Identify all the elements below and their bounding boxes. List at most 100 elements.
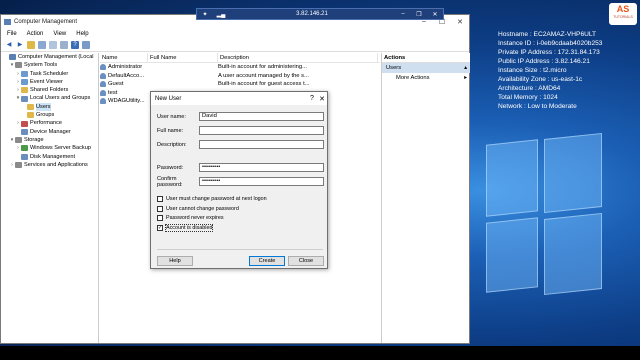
tree-node[interactable]: › Windows Server Backup xyxy=(1,144,98,152)
user-fullname-cell xyxy=(148,80,218,89)
actions-pane: Actions Users ▴ More Actions ▸ xyxy=(381,53,470,343)
password-field[interactable]: ••••••••• xyxy=(199,163,324,172)
user-row[interactable]: Administrator Built-in account for admini… xyxy=(100,63,380,72)
fullname-row: Full name: xyxy=(157,126,324,135)
user-name-cell: Guest xyxy=(100,80,148,89)
rdp-minimize-icon[interactable]: – xyxy=(395,11,411,17)
fullname-field[interactable] xyxy=(199,126,324,135)
tree-node[interactable]: › Shared Folders xyxy=(1,86,98,94)
user-name-cell: DefaultAcco... xyxy=(100,72,148,81)
checkbox-label: User cannot change password xyxy=(166,205,239,212)
pin-icon[interactable]: ✦ xyxy=(197,11,213,18)
instance-info-line: Hostname : EC2AMAZ-VHP6ULT xyxy=(498,31,597,38)
tree-node[interactable]: Groups xyxy=(1,111,98,119)
user-name: Administrator xyxy=(108,64,143,70)
up-folder-icon[interactable] xyxy=(27,41,35,49)
description-label: Description: xyxy=(157,141,187,148)
close-button[interactable]: Close xyxy=(288,256,324,266)
help-icon[interactable]: ? xyxy=(71,41,79,49)
collapse-icon[interactable]: ▴ xyxy=(464,63,467,73)
menu-view[interactable]: View xyxy=(49,31,72,37)
user-description-cell: Built-in account for guest access t... xyxy=(218,81,310,87)
instance-info-line: Total Memory : 1024 xyxy=(498,94,558,101)
actions-group-label: Users xyxy=(386,65,402,71)
tree-node[interactable]: Computer Management (Local xyxy=(1,53,98,61)
tree-node-icon xyxy=(21,95,28,102)
checkbox[interactable] xyxy=(157,205,163,212)
confirm-password-field[interactable]: ••••••••• xyxy=(199,177,324,186)
tree-node[interactable]: Users xyxy=(1,102,98,112)
checkbox-row[interactable]: User cannot change password xyxy=(157,205,239,213)
more-actions-item[interactable]: More Actions ▸ xyxy=(382,73,470,83)
actions-header: Actions xyxy=(382,53,470,63)
checkbox-row[interactable]: Password never expires xyxy=(157,214,224,222)
properties-icon[interactable] xyxy=(82,41,90,49)
menu-action[interactable]: Action xyxy=(23,31,50,37)
new-user-dialog: New User ? ✕ User name: David Full name:… xyxy=(150,91,328,269)
tree-node[interactable]: › Performance xyxy=(1,119,98,127)
tree-node-icon xyxy=(21,79,28,86)
checkbox[interactable] xyxy=(157,215,163,221)
column-name[interactable]: Name xyxy=(100,53,148,62)
user-name-cell: test xyxy=(100,89,148,98)
refresh-icon[interactable] xyxy=(49,41,57,49)
tree-node-label: Users xyxy=(36,102,51,112)
menu-file[interactable]: File xyxy=(3,31,23,37)
dialog-close-icon[interactable]: ✕ xyxy=(317,95,327,103)
checkbox[interactable]: ✓ xyxy=(157,224,163,231)
tree-node-label: Event Viewer xyxy=(30,78,63,85)
instance-info: Hostname : EC2AMAZ-VHP6ULT Instance ID : … xyxy=(498,30,602,111)
back-icon[interactable]: ◀ xyxy=(5,41,13,49)
forward-icon[interactable]: ▶ xyxy=(16,41,24,49)
tree-node-icon xyxy=(21,145,28,152)
rdp-close-icon[interactable]: ✕ xyxy=(427,11,443,18)
user-name: test xyxy=(108,89,118,96)
username-field[interactable]: David xyxy=(199,112,324,121)
tree-node-label: Windows Server Backup xyxy=(30,145,91,152)
tree-node-icon xyxy=(15,137,22,144)
column-full-name[interactable]: Full Name xyxy=(148,53,218,62)
instance-info-line: Network : Low to Moderate xyxy=(498,103,577,110)
description-row: Description: xyxy=(157,140,324,149)
user-row[interactable]: Guest Built-in account for guest access t… xyxy=(100,80,380,89)
tree-node[interactable]: Device Manager xyxy=(1,128,98,136)
more-actions-label: More Actions xyxy=(396,75,430,81)
checkbox-row[interactable]: ✓ Account is disabled xyxy=(157,223,214,232)
tree-node[interactable]: › Task Scheduler xyxy=(1,70,98,78)
confirm-password-label: Confirm password: xyxy=(157,175,183,188)
tree-node[interactable]: ▾ Local Users and Groups xyxy=(1,94,98,102)
help-button[interactable]: Help xyxy=(157,256,193,266)
instance-info-line: Architecture : AMD64 xyxy=(498,85,561,92)
description-field[interactable] xyxy=(199,140,324,149)
actions-group-users[interactable]: Users ▴ xyxy=(382,63,470,73)
tree-node-icon xyxy=(27,112,34,119)
tree-node[interactable]: Disk Management xyxy=(1,153,98,161)
rdp-restore-icon[interactable]: ❐ xyxy=(411,11,427,18)
dialog-title: New User xyxy=(155,95,182,102)
export-icon[interactable] xyxy=(60,41,68,49)
create-button[interactable]: Create xyxy=(249,256,285,266)
instance-info-line: Public IP Address : 3.82.146.21 xyxy=(498,58,590,65)
user-row[interactable]: DefaultAcco... A user account managed by … xyxy=(100,72,380,81)
tree-node[interactable]: ▾ Storage xyxy=(1,136,98,144)
checkbox[interactable] xyxy=(157,196,163,202)
column-description[interactable]: Description xyxy=(218,53,378,62)
password-row: Password: ••••••••• xyxy=(157,163,324,172)
menu-help[interactable]: Help xyxy=(72,31,94,37)
show-tree-icon[interactable] xyxy=(38,41,46,49)
dialog-help-icon[interactable]: ? xyxy=(307,95,317,102)
user-icon xyxy=(100,89,106,96)
tree-node[interactable]: › Event Viewer xyxy=(1,78,98,86)
navigation-tree: Computer Management (Local ▾ System Tools ›… xyxy=(1,53,99,343)
tree-node-icon xyxy=(21,153,28,160)
computer-management-window: Computer Management – ☐ ✕ File Action Vi… xyxy=(0,14,470,344)
user-description-cell: Built-in account for administering... xyxy=(218,64,307,70)
user-icon xyxy=(100,72,106,79)
user-name: DefaultAcco... xyxy=(108,72,145,79)
checkbox-row[interactable]: User must change password at next logon xyxy=(157,195,267,203)
tree-node[interactable]: ▾ System Tools xyxy=(1,61,98,69)
close-icon[interactable]: ✕ xyxy=(451,18,469,26)
tree-node[interactable]: › Services and Applications xyxy=(1,161,98,169)
username-row: User name: David xyxy=(157,112,324,121)
tree-node-icon xyxy=(21,87,28,94)
